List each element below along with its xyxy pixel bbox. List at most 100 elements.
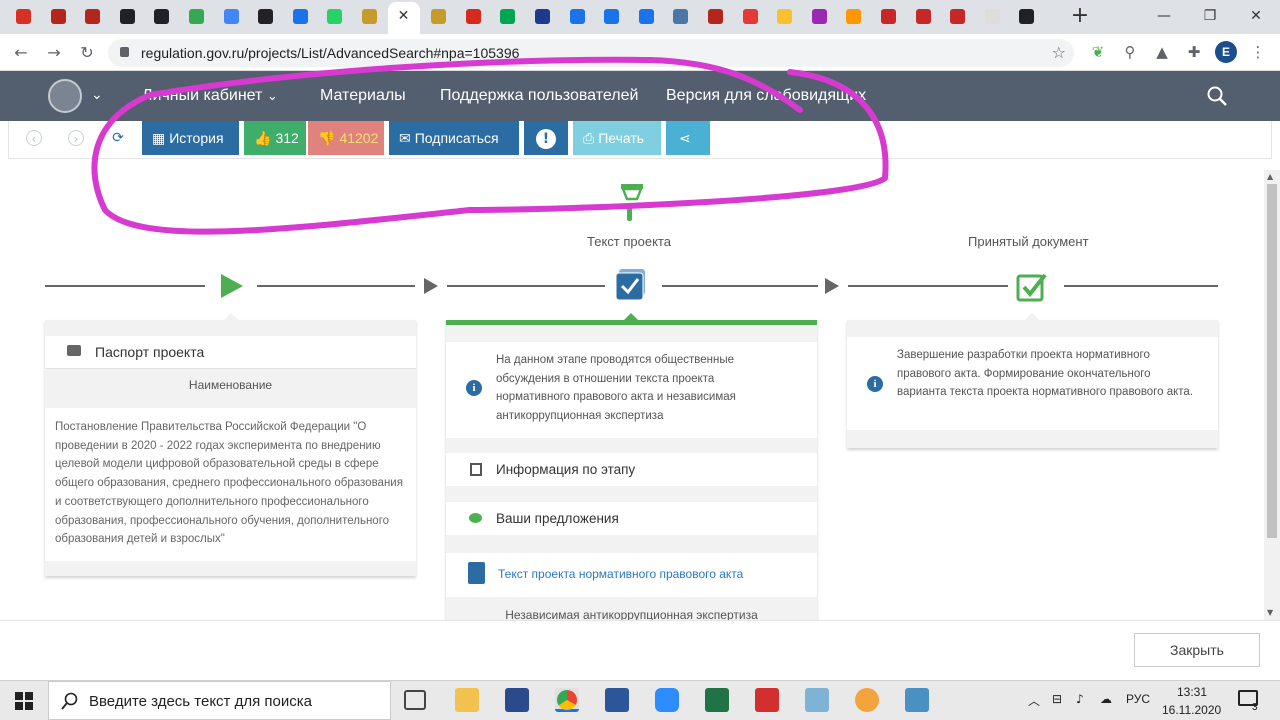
back-icon[interactable]: ←: [10, 42, 32, 64]
browser-tab[interactable]: [79, 5, 105, 29]
zoom-icon[interactable]: [655, 688, 679, 712]
prev-circle-icon[interactable]: ‹: [26, 130, 42, 146]
dislike-button[interactable]: 👎 41202: [308, 121, 384, 155]
browser-tab[interactable]: [633, 5, 659, 29]
subscribe-button[interactable]: ✉ Подписаться: [389, 121, 519, 155]
browser-tab[interactable]: [287, 5, 313, 29]
browser-tab[interactable]: [148, 5, 174, 29]
browser-tab[interactable]: [806, 5, 832, 29]
volume-icon[interactable]: ♪: [1076, 692, 1084, 706]
network-icon[interactable]: ⊟: [1052, 692, 1062, 706]
nav-user-support[interactable]: Поддержка пользователей: [440, 87, 638, 105]
clock-time[interactable]: 13:31: [1177, 685, 1207, 699]
word-icon[interactable]: [605, 688, 629, 712]
coat-of-arms-logo[interactable]: [48, 79, 82, 113]
browser-tab[interactable]: [218, 5, 244, 29]
print-button[interactable]: ⎙ Печать: [573, 121, 661, 155]
browser-tab[interactable]: [10, 5, 36, 29]
browser-tab[interactable]: [737, 5, 763, 29]
scroll-down-icon[interactable]: ▼: [1267, 608, 1273, 617]
omnibox[interactable]: regulation.gov.ru/projects/List/Advanced…: [108, 39, 1074, 67]
scroll-up-icon[interactable]: ▲: [1267, 172, 1273, 181]
proposals-item[interactable]: Ваши предложения: [446, 502, 817, 535]
maximize-button[interactable]: ❐: [1190, 4, 1230, 28]
report-button[interactable]: !: [524, 121, 568, 155]
browser-tab[interactable]: [979, 5, 1005, 29]
browser-tab[interactable]: [252, 5, 278, 29]
browser-tab[interactable]: [598, 5, 624, 29]
chevron-down-icon[interactable]: ⌄: [91, 87, 103, 103]
clock-date[interactable]: 16.11.2020: [1162, 703, 1221, 717]
chrome-icon[interactable]: [555, 688, 579, 712]
network-app-icon[interactable]: [905, 688, 929, 712]
browser-tab[interactable]: [45, 5, 71, 29]
nav-materials[interactable]: Материалы: [320, 87, 406, 105]
extension-leaf-icon[interactable]: ❦: [1088, 43, 1108, 63]
url-text[interactable]: regulation.gov.ru/projects/List/Advanced…: [141, 45, 519, 61]
close-tab-icon[interactable]: ✕: [398, 8, 410, 24]
browser-tab[interactable]: [183, 5, 209, 29]
stage-text-label: Текст проекта: [587, 234, 671, 249]
bookmark-star-icon[interactable]: ☆: [1052, 43, 1066, 62]
task-view-icon[interactable]: [404, 690, 426, 710]
taskbar-search-box[interactable]: Введите здесь текст для поиска: [48, 681, 391, 720]
search-icon[interactable]: [1206, 85, 1228, 107]
tray-chevron-icon[interactable]: ︿: [1028, 692, 1040, 709]
new-tab-button[interactable]: +: [1068, 4, 1092, 28]
close-window-button[interactable]: ✕: [1236, 4, 1276, 28]
windows-start-icon[interactable]: [15, 692, 33, 710]
timeline-arrow-icon: [825, 278, 839, 294]
browser-tab[interactable]: [564, 5, 590, 29]
like-button[interactable]: 👍 312: [244, 121, 306, 155]
save-app-icon[interactable]: [505, 688, 529, 712]
browser-tab[interactable]: [425, 5, 451, 29]
content-scrollbar[interactable]: ▲ ▼: [1264, 170, 1280, 620]
nav-personal-account[interactable]: Личный кабинет ⌄: [142, 87, 278, 105]
pdf-reader-icon[interactable]: [755, 688, 779, 712]
browser-tab[interactable]: [667, 5, 693, 29]
browser-tab[interactable]: [529, 5, 555, 29]
cloud-icon[interactable]: ☁: [1100, 692, 1112, 706]
passport-header[interactable]: Паспорт проекта: [45, 336, 416, 369]
browser-tab[interactable]: [114, 5, 140, 29]
next-circle-icon[interactable]: ›: [68, 130, 84, 146]
menu-kebab-icon[interactable]: ⋮: [1248, 43, 1268, 63]
browser-tab[interactable]: [460, 5, 486, 29]
extensions-puzzle-icon[interactable]: ✚: [1184, 43, 1204, 63]
forward-icon[interactable]: →: [43, 42, 65, 64]
tab-favicon-icon: [777, 9, 793, 24]
browser-tab[interactable]: [494, 5, 520, 29]
search-extension-icon[interactable]: ⚲: [1120, 43, 1140, 63]
browser-tab[interactable]: [875, 5, 901, 29]
browser-tab[interactable]: [702, 5, 728, 29]
refresh-icon[interactable]: ⟳: [110, 130, 126, 146]
browser-tab-active[interactable]: ✕: [387, 2, 420, 34]
profile-avatar[interactable]: E: [1215, 41, 1237, 63]
scroll-thumb[interactable]: [1267, 184, 1277, 538]
history-button[interactable]: ▦ История: [142, 121, 239, 155]
play-icon: [221, 274, 243, 298]
document-link[interactable]: Текст проекта нормативного правового акт…: [498, 567, 743, 581]
stage-info-item[interactable]: Информация по этапу: [446, 453, 817, 486]
browser-tab[interactable]: [321, 5, 347, 29]
file-explorer-icon[interactable]: [455, 688, 479, 712]
minimize-button[interactable]: —: [1144, 4, 1184, 28]
drive-extension-icon[interactable]: ▲: [1152, 43, 1172, 63]
excel-icon[interactable]: [705, 688, 729, 712]
browser-tab[interactable]: [356, 5, 382, 29]
browser-tab[interactable]: [771, 5, 797, 29]
1c-app-icon[interactable]: [855, 688, 879, 712]
app-icon[interactable]: [805, 688, 829, 712]
browser-tab[interactable]: [944, 5, 970, 29]
reload-icon[interactable]: ↻: [76, 42, 98, 64]
tab-favicon-icon: [569, 9, 585, 24]
stage-info-box: i На данном этапе проводятся общественны…: [446, 342, 817, 438]
share-button[interactable]: ⋖: [666, 121, 710, 155]
language-indicator[interactable]: РУС: [1126, 692, 1150, 706]
nav-accessibility-version[interactable]: Версия для слабовидящих: [666, 87, 866, 105]
browser-tab[interactable]: [1013, 5, 1039, 29]
document-item[interactable]: Текст проекта нормативного правового акт…: [446, 553, 817, 597]
browser-tab[interactable]: [910, 5, 936, 29]
browser-tab[interactable]: [840, 5, 866, 29]
close-button[interactable]: Закрыть: [1134, 633, 1260, 667]
